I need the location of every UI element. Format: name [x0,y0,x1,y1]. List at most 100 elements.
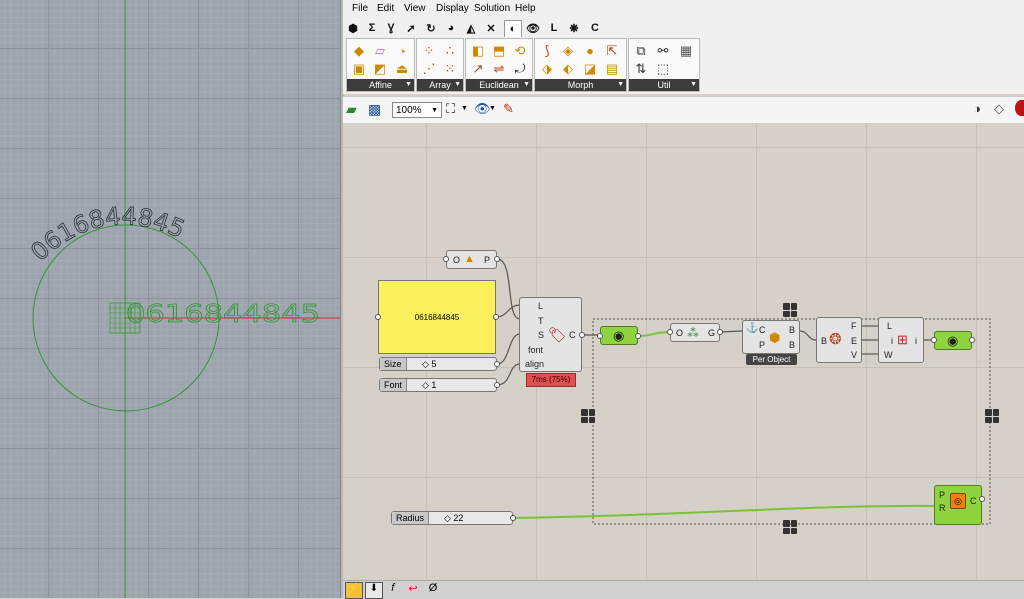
panel-label[interactable]: Euclidean ▼ [466,79,532,91]
expand-icon[interactable]: ▼ [454,79,461,91]
input-port[interactable] [931,337,937,343]
bend-icon[interactable]: ⟆ [538,42,556,60]
extra-icon[interactable]: ❋ [566,20,582,36]
output-port[interactable] [717,329,723,335]
size-slider[interactable]: Size ◇ 5 [379,357,497,371]
linear-array-icon[interactable]: ⋰ [420,60,438,78]
list-item-component[interactable]: L i W ⊞ i [878,317,924,363]
c-tab-icon[interactable]: C [587,20,603,36]
output-port[interactable] [969,337,975,343]
transform-icon[interactable]: ⬚ [654,60,672,78]
inverse-icon[interactable]: ⇅ [632,60,650,78]
map-surface-icon[interactable]: ▤ [603,60,621,78]
rhino-viewport[interactable]: 0616844845 0616844845 [0,0,340,598]
mirror-curve-icon[interactable]: ⦁ [581,42,599,60]
output-port[interactable] [635,333,641,339]
download-icon[interactable]: ⬇ [365,582,383,599]
output-port[interactable] [493,314,499,320]
shaded-preview-icon[interactable]: ◇ [994,101,1004,117]
group-grip[interactable] [783,303,797,317]
output-port[interactable] [979,496,985,502]
box-morph-icon[interactable]: ◪ [581,60,599,78]
display-icon[interactable]: 👁 [525,20,541,36]
rect-array-icon[interactable]: ⁙ [441,60,459,78]
split-icon[interactable]: ⚯ [654,42,672,60]
radius-slider[interactable]: Radius ◇ 22 [391,511,513,525]
l-tab-icon[interactable]: L [546,20,562,36]
polar-array-icon[interactable]: ∴ [441,42,459,60]
menu-file[interactable]: File [352,3,368,14]
chevron-down-icon[interactable]: ▼ [489,105,496,112]
deconstruct-brep-component[interactable]: B ❂ F E V [816,317,862,363]
compound-icon[interactable]: ⧉ [632,42,650,60]
orient-icon[interactable]: ↗ [469,60,487,78]
output-port[interactable] [510,515,516,521]
menu-solution[interactable]: Solution [474,3,510,14]
record-icon[interactable] [1015,100,1024,116]
mesh-icon[interactable]: ◭ [463,20,479,36]
rotate-icon[interactable]: ⟲ [511,42,529,60]
output-port[interactable] [494,361,500,367]
expand-icon[interactable]: ▼ [405,79,412,91]
fx-icon[interactable]: 𝑓 [385,582,401,597]
expand-icon[interactable]: ▼ [617,79,624,91]
vector-icon[interactable]: ➚ [403,20,419,36]
group-grip[interactable] [783,520,797,534]
taper-icon[interactable]: ⇱ [603,42,621,60]
menu-help[interactable]: Help [515,3,536,14]
per-object-component[interactable]: ⚓ C P ⬢ B B [742,320,800,354]
input-port[interactable] [667,329,673,335]
blend-box-icon[interactable]: ◈ [559,42,577,60]
panel-label[interactable]: Array ▼ [417,79,463,91]
sketch-icon[interactable]: ✎ [503,101,514,117]
input-port[interactable] [597,333,603,339]
input-port[interactable] [375,314,381,320]
rotate-axis-icon[interactable]: ⤾ [511,60,529,78]
output-port[interactable] [494,382,500,388]
geometry-param[interactable]: ◉ [934,331,972,350]
triangle-map-icon[interactable]: ⏏ [393,60,411,78]
expand-icon[interactable]: ▼ [690,79,697,91]
text-tag-component[interactable]: L T S font align 🏷 C [519,297,582,372]
sketch-tool-icon[interactable]: ⚡ [345,582,363,599]
output-port[interactable] [494,256,500,262]
zero-icon[interactable]: Ø [425,582,441,597]
font-slider[interactable]: Font ◇ 1 [379,378,497,392]
maths-icon[interactable]: Σ [364,20,380,36]
rect-map-icon[interactable]: ◩ [371,60,389,78]
save-icon[interactable]: ▩ [368,101,381,118]
construct-point-component[interactable]: O ▲ P [446,250,497,269]
curve-array-icon[interactable]: ⁘ [420,42,438,60]
panel-label[interactable]: Affine ▼ [347,79,414,91]
project-icon[interactable]: ◔ [393,42,411,60]
shear-icon[interactable]: ▱ [371,42,389,60]
circle-component[interactable]: P R ◎ C [934,485,982,525]
output-port[interactable] [579,332,585,338]
twist-icon[interactable]: ⬗ [538,60,556,78]
input-port[interactable] [443,256,449,262]
zoom-extents-icon[interactable]: ⛶ [446,101,455,117]
box-map-icon[interactable]: ▣ [350,60,368,78]
chevron-down-icon[interactable]: ▼ [461,105,468,112]
preview-mode-icon[interactable]: ◑ [973,101,981,116]
group-grip[interactable] [985,409,999,423]
path-icon[interactable]: ↩ [405,582,421,597]
move-icon[interactable]: ⬒ [490,42,508,60]
zoom-select[interactable]: 100% ▼ [392,102,442,118]
surface-icon[interactable]: ◕ [443,20,459,36]
chevron-down-icon[interactable]: ▼ [431,103,438,119]
panel-label[interactable]: Util ▼ [629,79,699,91]
move-away-icon[interactable]: ⇌ [490,60,508,78]
open-icon[interactable]: ▰ [346,101,357,118]
mirror-icon[interactable]: ◧ [469,42,487,60]
explode-component[interactable]: O ⁂ G [670,323,720,342]
curve-icon[interactable]: ↻ [423,20,439,36]
geometry-param[interactable]: ◉ [600,326,638,345]
sets-icon[interactable]: Ɣ [383,20,399,36]
menu-edit[interactable]: Edit [377,3,394,14]
scale-icon[interactable]: ◆ [350,42,368,60]
text-panel[interactable]: 0616844845 [378,280,496,354]
group-grip[interactable] [581,409,595,423]
intersect-icon[interactable]: ✕ [483,20,499,36]
transform-matrix-icon[interactable]: ▦ [677,42,695,60]
